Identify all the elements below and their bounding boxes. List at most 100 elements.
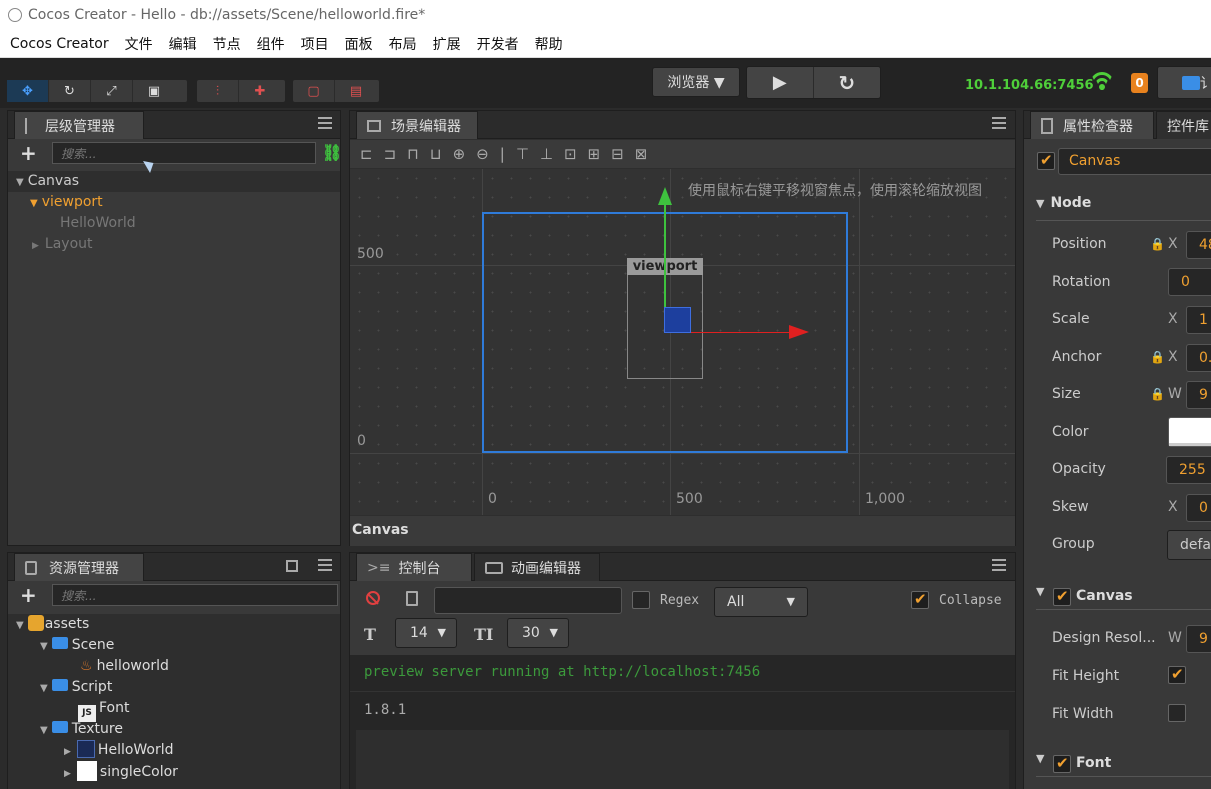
dist-left-icon[interactable]: ⊞ bbox=[588, 145, 601, 163]
dist-right-icon[interactable]: ⊠ bbox=[635, 145, 648, 163]
menu-panel[interactable]: 面板 bbox=[345, 34, 373, 54]
align-vcenter-icon[interactable]: ⊕ bbox=[453, 145, 466, 163]
console-filter-input[interactable] bbox=[434, 587, 622, 614]
inspector-tab[interactable]: 属性检查器 bbox=[1030, 111, 1154, 139]
asset-assets[interactable]: ▼ assets bbox=[8, 614, 340, 635]
collapse-arrow-icon[interactable]: ▼ bbox=[1036, 197, 1044, 210]
scene-menu-icon[interactable] bbox=[992, 117, 1006, 129]
canvas-enabled-checkbox[interactable] bbox=[1053, 587, 1071, 606]
align-hcenter-icon[interactable]: ⊐ bbox=[384, 145, 397, 163]
menu-edit[interactable]: 编辑 bbox=[169, 34, 197, 54]
expand-arrow-icon[interactable]: ▼ bbox=[40, 683, 48, 694]
node-active-checkbox[interactable] bbox=[1037, 151, 1055, 170]
console-tab[interactable]: >≡ 控制台 bbox=[356, 553, 472, 581]
lock-icon[interactable]: 🔒 bbox=[1150, 237, 1165, 251]
asset-texture-folder[interactable]: ▼ Texture bbox=[8, 719, 340, 740]
asset-singlecolor-texture[interactable]: ▶ singleColor bbox=[8, 761, 340, 782]
hierarchy-menu-icon[interactable] bbox=[318, 117, 332, 129]
asset-scene-folder[interactable]: ▼ Scene bbox=[8, 635, 340, 656]
node-name-input[interactable]: Canvas bbox=[1058, 148, 1211, 175]
align-right-icon[interactable]: ⊓ bbox=[407, 145, 419, 163]
dist-hcenter-icon[interactable]: ⊟ bbox=[611, 145, 624, 163]
add-node-button[interactable]: + bbox=[20, 141, 37, 165]
expand-arrow-icon[interactable]: ▼ bbox=[16, 620, 24, 631]
prop-opacity-input[interactable]: 255 bbox=[1166, 456, 1211, 484]
expand-arrow-icon[interactable]: ▼ bbox=[40, 725, 48, 736]
collapse-arrow-icon[interactable]: ▶ bbox=[32, 241, 39, 251]
lock-icon[interactable]: 🔒 bbox=[1150, 350, 1165, 364]
expand-arrow-icon[interactable]: ▼ bbox=[16, 177, 24, 188]
dist-vcenter-icon[interactable]: ⊥ bbox=[540, 145, 553, 163]
refresh-button[interactable]: ↻ bbox=[814, 67, 881, 98]
expand-arrow-icon[interactable]: ▼ bbox=[40, 641, 48, 652]
server-ip[interactable]: 10.1.104.66:7456 bbox=[965, 78, 1094, 93]
dist-top-icon[interactable]: ⊤ bbox=[516, 145, 529, 163]
browser-select[interactable]: 浏览器 ▼ bbox=[652, 67, 740, 97]
prop-rotation-input[interactable]: 0 bbox=[1168, 268, 1211, 296]
assets-menu-icon[interactable] bbox=[318, 559, 332, 571]
prop-scale-x-input[interactable]: 1 bbox=[1186, 306, 1211, 334]
font-size-select[interactable]: 14 ▼ bbox=[395, 618, 457, 648]
asset-font-script[interactable]: JS Font bbox=[8, 698, 340, 722]
collapse-arrow-icon[interactable]: ▼ bbox=[1036, 752, 1044, 765]
menu-extension[interactable]: 扩展 bbox=[433, 34, 461, 54]
font-enabled-checkbox[interactable] bbox=[1053, 754, 1071, 773]
play-button[interactable]: ▶ bbox=[747, 67, 814, 98]
menu-app[interactable]: Cocos Creator bbox=[10, 36, 109, 52]
prop-group-select[interactable]: defa bbox=[1167, 530, 1211, 560]
gizmo-center-handle[interactable] bbox=[664, 307, 691, 333]
gizmo-grid-button[interactable]: ▤ bbox=[335, 80, 377, 102]
collapse-arrow-icon[interactable]: ▶ bbox=[64, 769, 71, 779]
regex-checkbox[interactable] bbox=[632, 591, 650, 609]
line-height-select[interactable]: 30 ▼ bbox=[507, 618, 569, 648]
open-project-button[interactable]: 讠 bbox=[1157, 66, 1211, 99]
lock-icon[interactable]: 🔒 bbox=[1150, 387, 1165, 401]
prop-design-resolution-w-input[interactable]: 9 bbox=[1186, 625, 1211, 653]
align-left-icon[interactable]: ⊏ bbox=[360, 145, 373, 163]
dist-bottom-icon[interactable]: ⊡ bbox=[564, 145, 577, 163]
prop-color-swatch[interactable] bbox=[1168, 417, 1211, 447]
menu-file[interactable]: 文件 bbox=[125, 34, 153, 54]
asset-script-folder[interactable]: ▼ Script bbox=[8, 677, 340, 698]
gizmo-y-arrow-icon[interactable] bbox=[658, 187, 672, 205]
align-bottom-icon[interactable]: ⊖ bbox=[476, 145, 489, 163]
tree-node-layout[interactable]: ▶ Layout bbox=[8, 234, 340, 255]
hierarchy-tab[interactable]: 层级管理器 bbox=[14, 111, 144, 139]
prop-size-w-input[interactable]: 9 bbox=[1186, 381, 1211, 409]
menu-node[interactable]: 节点 bbox=[213, 34, 241, 54]
link-icon[interactable]: ⛓ bbox=[322, 143, 342, 162]
align-top-icon[interactable]: ⊔ bbox=[430, 145, 442, 163]
menu-project[interactable]: 项目 bbox=[301, 34, 329, 54]
scene-tab[interactable]: 场景编辑器 bbox=[356, 111, 478, 139]
open-log-file-icon[interactable] bbox=[406, 591, 418, 606]
collapse-checkbox[interactable] bbox=[911, 590, 929, 609]
assets-search-input[interactable]: 搜索... bbox=[52, 584, 338, 606]
expand-arrow-icon[interactable]: ▼ bbox=[30, 198, 38, 209]
prop-skew-x-input[interactable]: 0 bbox=[1186, 494, 1211, 522]
collapse-arrow-icon[interactable]: ▼ bbox=[1036, 585, 1044, 598]
clear-console-icon[interactable] bbox=[366, 591, 380, 605]
local-tool-button[interactable]: ✚ bbox=[239, 80, 281, 102]
console-menu-icon[interactable] bbox=[992, 559, 1006, 571]
popout-icon[interactable] bbox=[286, 560, 298, 572]
assets-tab[interactable]: 资源管理器 bbox=[14, 553, 144, 581]
gizmo-y-axis[interactable] bbox=[664, 199, 666, 309]
add-asset-button[interactable]: + bbox=[20, 583, 37, 607]
scale-tool-button[interactable]: ⤢ bbox=[91, 80, 133, 102]
rotate-tool-button[interactable]: ↻ bbox=[49, 80, 91, 102]
scene-viewport[interactable]: 使用鼠标右键平移视窗焦点，使用滚轮缩放视图 500 0 0 500 1,000 … bbox=[350, 169, 1015, 515]
fit-width-checkbox[interactable] bbox=[1168, 704, 1186, 722]
tree-node-helloworld[interactable]: HelloWorld bbox=[8, 213, 340, 234]
rect-tool-button[interactable]: ▣ bbox=[133, 80, 175, 102]
tree-node-viewport[interactable]: ▼ viewport bbox=[8, 192, 340, 213]
prop-anchor-x-input[interactable]: 0.5 bbox=[1186, 344, 1211, 372]
widget-library-tab[interactable]: 控件库 bbox=[1156, 111, 1211, 139]
menu-developer[interactable]: 开发者 bbox=[477, 34, 519, 54]
asset-helloworld-scene[interactable]: ♨ helloworld bbox=[8, 656, 340, 677]
pivot-tool-button[interactable]: ⫶ bbox=[197, 80, 239, 102]
node-section-header[interactable]: ▼ Node bbox=[1036, 195, 1211, 221]
menu-component[interactable]: 组件 bbox=[257, 34, 285, 54]
asset-helloworld-texture[interactable]: ▶ HelloWorld bbox=[8, 740, 340, 761]
menu-layout[interactable]: 布局 bbox=[389, 34, 417, 54]
notification-badge[interactable]: 0 bbox=[1131, 73, 1148, 93]
